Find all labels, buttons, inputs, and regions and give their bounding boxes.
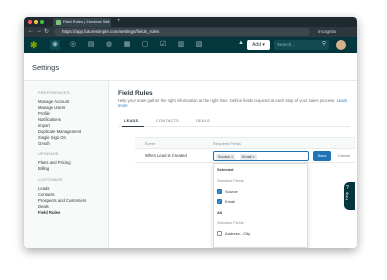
sidebar-item-profile[interactable]: Profile [38, 111, 50, 116]
search-placeholder: Search... [277, 42, 296, 47]
nav-icon-8[interactable]: ▥ [176, 40, 186, 50]
sidebar-item-billing[interactable]: Billing [38, 166, 49, 171]
favicon-icon [56, 20, 61, 25]
help-button[interactable]: ? Help [344, 182, 355, 210]
option-label: Address - City [225, 231, 251, 236]
fields-dropdown-menu: Selected Standard Fields ✓ Source ✓ Email … [213, 163, 308, 248]
nav-icon-3[interactable]: ▤ [86, 40, 96, 50]
help-icon: ? [346, 185, 349, 191]
sidebar-section-heading: UPGRADE [38, 152, 59, 156]
column-header-required-fields: Required Fields [213, 141, 242, 146]
user-avatar[interactable] [336, 40, 346, 50]
reload-icon[interactable]: ↻ [44, 28, 49, 35]
content-description: Help your team gather the right informat… [118, 98, 348, 108]
dropdown-heading-all: All [217, 210, 223, 215]
content-title: Field Rules [118, 90, 153, 97]
tab-deals[interactable]: DEALS [196, 119, 210, 123]
global-search-input[interactable]: Search... ⚲ [274, 40, 329, 50]
option-label: Email [225, 199, 236, 204]
nav-icon-9[interactable]: ▧ [194, 40, 204, 50]
app-top-bar: ✱ ◉ ◎ ▤ ◍ ▦ ▢ ☑ ▥ ▧ ▲ Add ▾ Search... ⚲ [24, 37, 357, 53]
sidebar-item-notifications[interactable]: Notifications [38, 117, 61, 122]
sidebar-item-manage-users[interactable]: Manage Users [38, 105, 65, 110]
entity-tabs: LEADS CONTACTS DEALS [118, 117, 350, 127]
settings-sidebar: PREFERENCES Manage Account Manage Users … [24, 81, 109, 248]
browser-window: Field Rules | Zendesk Sell × + ← → ↻ htt… [24, 17, 357, 248]
browser-tab[interactable]: Field Rules | Zendesk Sell × [53, 18, 111, 27]
checkbox-checked-icon[interactable]: ✓ [217, 189, 222, 195]
sidebar-item-import[interactable]: Import [38, 123, 50, 128]
active-tab-underline [122, 126, 144, 127]
close-window-dot[interactable] [28, 20, 32, 24]
search-icon: ⚲ [321, 41, 326, 47]
field-pill-email[interactable]: Email × [240, 153, 257, 160]
cancel-button[interactable]: Cancel [334, 151, 354, 161]
zendesk-logo-icon[interactable]: ✱ [30, 40, 38, 51]
tab-contacts[interactable]: CONTACTS [156, 119, 179, 123]
tab-leads[interactable]: LEADS [124, 119, 138, 123]
minimize-window-dot[interactable] [34, 20, 38, 24]
page-title: Settings [32, 63, 60, 72]
sidebar-item-leads[interactable]: Leads [38, 186, 49, 191]
row-event-label: When Lead is Created [145, 153, 187, 158]
required-fields-input[interactable]: Source × Email × [213, 151, 309, 161]
sidebar-item-duplicate-management[interactable]: Duplicate Management [38, 129, 81, 134]
option-label: Source [225, 189, 238, 194]
tab-close-icon[interactable]: × [106, 19, 108, 24]
description-text: Help your team gather the right informat… [118, 98, 336, 103]
checkbox-checked-icon[interactable]: ✓ [217, 199, 222, 205]
new-tab-icon[interactable]: + [117, 18, 121, 24]
incognito-label: Incognito [318, 29, 337, 34]
sidebar-item-prospects-and-customers[interactable]: Prospects and Customers [38, 198, 86, 203]
add-button[interactable]: Add ▾ [247, 40, 270, 50]
sidebar-item-single-sign-on[interactable]: Single Sign On [38, 135, 66, 140]
sidebar-item-manage-account[interactable]: Manage Account [38, 99, 69, 104]
back-icon[interactable]: ← [28, 28, 34, 34]
nav-icon-4[interactable]: ◍ [104, 40, 114, 50]
dropdown-heading-selected: Selected [217, 167, 234, 172]
dropdown-heading-standard-fields: Standard Fields [217, 179, 244, 183]
nav-icon-1[interactable]: ◉ [50, 40, 60, 50]
dropdown-option-address-city[interactable]: Address - City [217, 231, 251, 237]
page-header: Settings [24, 53, 357, 81]
nav-icon-2[interactable]: ◎ [68, 40, 78, 50]
maximize-window-dot[interactable] [40, 20, 44, 24]
url-text: https://app.futuresimple.com/settings/fi… [62, 29, 160, 34]
dropdown-option-email[interactable]: ✓ Email [217, 199, 236, 205]
main-content: Field Rules Help your team gather the ri… [110, 81, 357, 248]
sidebar-item-deals[interactable]: Deals [38, 204, 49, 209]
nav-icon-6[interactable]: ▢ [140, 40, 150, 50]
sidebar-section-heading: PREFERENCES [38, 91, 70, 95]
table-row: When Lead is Created Source × Email × Sa… [135, 149, 355, 163]
address-bar[interactable]: https://app.futuresimple.com/settings/fi… [54, 28, 310, 36]
notification-icon[interactable]: ▲ [238, 40, 244, 46]
browser-tab-title: Field Rules | Zendesk Sell [63, 19, 110, 24]
sidebar-item-oauth[interactable]: OAuth [38, 141, 50, 146]
table-header: Event Required Fields [135, 137, 355, 149]
sidebar-section-heading: CUSTOMIZE [38, 178, 63, 182]
sidebar-item-field-rules[interactable]: Field Rules [38, 210, 60, 215]
save-button[interactable]: Save [313, 151, 331, 161]
column-header-event: Event [145, 141, 156, 146]
sidebar-item-plans-and-pricing[interactable]: Plans and Pricing [38, 160, 71, 165]
forward-icon[interactable]: → [36, 28, 42, 34]
browser-toolbar: ← → ↻ https://app.futuresimple.com/setti… [24, 27, 357, 37]
dropdown-heading-all-standard-fields: Standard Fields [217, 221, 244, 225]
checkbox-unchecked-icon[interactable] [217, 231, 222, 237]
sidebar-item-contacts[interactable]: Contacts [38, 192, 55, 197]
nav-icon-7[interactable]: ☑ [158, 40, 168, 50]
browser-tab-bar: Field Rules | Zendesk Sell × + [24, 17, 357, 27]
field-pill-source[interactable]: Source × [216, 153, 236, 160]
dropdown-option-source[interactable]: ✓ Source [217, 189, 238, 195]
nav-icon-5[interactable]: ▦ [122, 40, 132, 50]
help-label: Help [345, 192, 349, 200]
